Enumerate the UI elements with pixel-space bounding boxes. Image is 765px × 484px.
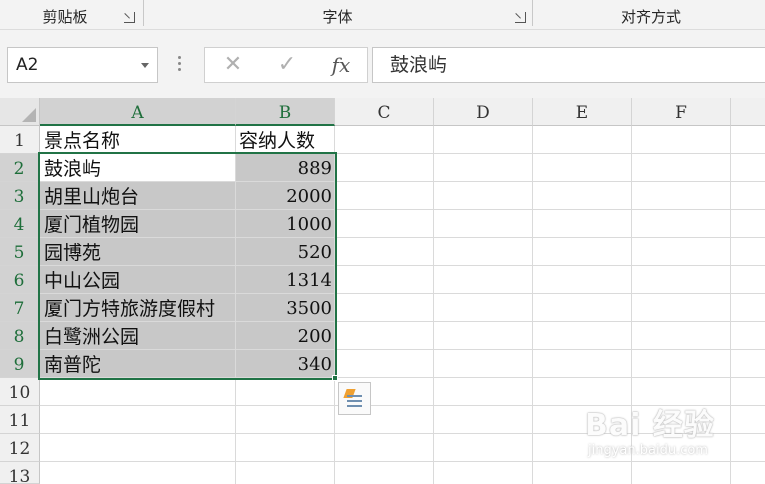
select-all-button[interactable] [0,98,40,126]
watermark-url: jingyan.baidu.com [588,443,708,458]
row-header-11[interactable]: 11 [0,406,40,434]
row-header-1[interactable]: 1 [0,126,40,154]
row-header-2[interactable]: 2 [0,154,40,182]
formula-buttons: ✕ ✓ fx [204,47,368,83]
font-group-label: 字体 [322,8,353,26]
quick-analysis-icon[interactable] [338,382,371,415]
row-header-7[interactable]: 7 [0,294,40,322]
column-header-a[interactable]: A [40,98,236,126]
watermark-logo: Bai 经验 [585,408,715,443]
column-header-f[interactable]: F [632,98,731,126]
row-header-9[interactable]: 9 [0,350,40,378]
gridline [40,461,765,462]
column-header-b[interactable]: B [236,98,335,126]
column-header-c[interactable]: C [335,98,434,126]
insert-function-icon[interactable]: fx [321,48,361,82]
name-box[interactable]: A2 [7,47,158,83]
cell-b1[interactable]: 容纳人数 [236,126,335,154]
gridline [433,126,434,484]
gridline [532,126,533,484]
column-header-d[interactable]: D [434,98,533,126]
row-header-12[interactable]: 12 [0,434,40,462]
fill-handle[interactable] [332,375,338,381]
chevron-down-icon[interactable] [141,63,149,68]
alignment-group-label: 对齐方式 [620,8,681,26]
clipboard-group-label: 剪贴板 [42,8,88,26]
row-header-13[interactable]: 13 [0,462,40,484]
column-header-g[interactable] [731,98,765,126]
formula-bar: A2 ✕ ✓ fx 鼓浪屿 [0,30,765,98]
row-header-5[interactable]: 5 [0,238,40,266]
cancel-icon[interactable]: ✕ [213,48,253,82]
selection-border [38,152,337,380]
formula-input[interactable]: 鼓浪屿 [372,47,765,83]
row-header-6[interactable]: 6 [0,266,40,294]
font-launcher-icon[interactable] [515,12,526,23]
enter-icon[interactable]: ✓ [267,48,307,82]
ribbon-group-bar: 剪贴板 字体 对齐方式 [0,0,765,30]
row-header-3[interactable]: 3 [0,182,40,210]
column-header-e[interactable]: E [533,98,632,126]
gridline [730,126,731,484]
row-header-4[interactable]: 4 [0,210,40,238]
name-box-value: A2 [16,55,39,75]
cell-a1[interactable]: 景点名称 [40,126,236,154]
clipboard-launcher-icon[interactable] [124,12,135,23]
row-header-10[interactable]: 10 [0,378,40,406]
row-header-8[interactable]: 8 [0,322,40,350]
formula-bar-resize-handle[interactable] [178,56,182,74]
